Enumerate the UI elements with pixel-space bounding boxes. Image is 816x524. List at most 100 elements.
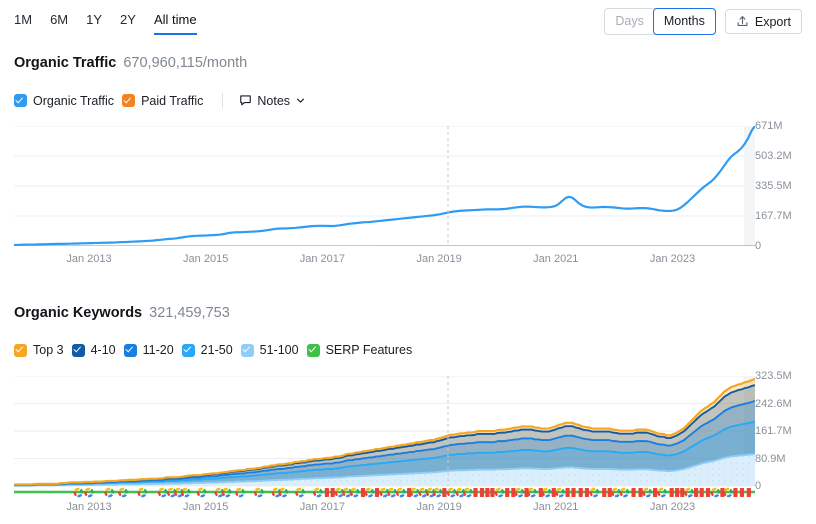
legend-kw-4-10[interactable]: 4-10 xyxy=(72,343,116,357)
x-tick-label: Jan 2021 xyxy=(533,502,578,513)
granularity-months-button[interactable]: Months xyxy=(653,8,716,35)
legend-kw-51-100[interactable]: 51-100 xyxy=(241,343,299,357)
organic-traffic-y-axis: 671M503.2M335.5M167.7M0 xyxy=(755,126,815,246)
granularity-days-button[interactable]: Days xyxy=(605,9,653,34)
algorithm-update-marker[interactable] xyxy=(585,488,589,497)
algorithm-update-marker[interactable] xyxy=(747,488,751,497)
legend-kw-top-3[interactable]: Top 3 xyxy=(14,343,64,357)
notes-label: Notes xyxy=(257,94,290,108)
legend-traffic-paid-traffic[interactable]: Paid Traffic xyxy=(122,94,203,108)
algorithm-update-marker[interactable] xyxy=(675,488,679,497)
organic-traffic-line xyxy=(14,126,755,245)
date-range-tab-1m[interactable]: 1M xyxy=(14,12,32,33)
algorithm-update-marker[interactable] xyxy=(325,488,329,497)
algorithm-update-marker[interactable] xyxy=(706,488,710,497)
legend-label: 4-10 xyxy=(91,343,116,357)
x-tick-label: Jan 2019 xyxy=(416,502,461,513)
x-tick-label: Jan 2021 xyxy=(533,254,578,265)
y-tick-label: 161.7M xyxy=(755,426,792,437)
algorithm-update-marker[interactable] xyxy=(733,488,737,497)
organic-traffic-x-axis: Jan 2013Jan 2015Jan 2017Jan 2019Jan 2021… xyxy=(0,254,816,268)
y-tick-label: 167.7M xyxy=(755,211,792,222)
legend-divider xyxy=(222,93,223,108)
date-range-tab-1y[interactable]: 1Y xyxy=(86,12,102,33)
date-range-tab-all-time[interactable]: All time xyxy=(154,12,197,35)
organic-keywords-y-axis: 323.5M242.6M161.7M80.9M0 xyxy=(755,376,815,486)
date-range-tab-6m[interactable]: 6M xyxy=(50,12,68,33)
legend-label: 21-50 xyxy=(201,343,233,357)
y-tick-label: 503.2M xyxy=(755,151,792,162)
algorithm-update-marker[interactable] xyxy=(638,488,642,497)
organic-traffic-chart[interactable] xyxy=(14,126,802,246)
checkbox-icon[interactable] xyxy=(307,344,320,357)
checkbox-icon[interactable] xyxy=(122,94,135,107)
checkbox-icon[interactable] xyxy=(241,344,254,357)
checkbox-icon[interactable] xyxy=(124,344,137,357)
legend-label: 51-100 xyxy=(260,343,299,357)
algorithm-update-marker[interactable] xyxy=(331,488,335,497)
x-tick-label: Jan 2019 xyxy=(416,254,461,265)
algorithm-update-marker[interactable] xyxy=(442,488,446,497)
toolbar-right-controls: Days Months Export xyxy=(604,8,802,35)
checkbox-icon[interactable] xyxy=(14,94,27,107)
y-tick-label: 335.5M xyxy=(755,181,792,192)
export-label: Export xyxy=(755,15,791,29)
checkbox-icon[interactable] xyxy=(182,344,195,357)
legend-traffic-organic-traffic[interactable]: Organic Traffic xyxy=(14,94,114,108)
legend-kw-serp-features[interactable]: SERP Features xyxy=(307,343,413,357)
notes-dropdown[interactable]: Notes xyxy=(239,94,306,108)
organic-traffic-value: 670,960,115/month xyxy=(123,55,247,71)
date-range-tabs[interactable]: 1M 6M 1Y 2Y All time xyxy=(14,12,197,35)
legend-label: Paid Traffic xyxy=(141,94,203,108)
algorithm-update-marker[interactable] xyxy=(571,488,575,497)
granularity-segmented-control[interactable]: Days Months xyxy=(604,8,715,35)
algorithm-update-marker[interactable] xyxy=(485,488,489,497)
upload-icon xyxy=(736,15,749,28)
date-range-tab-2y[interactable]: 2Y xyxy=(120,12,136,33)
organic-keywords-chart[interactable] xyxy=(14,376,802,486)
organic-traffic-label: Organic Traffic xyxy=(14,55,116,71)
y-tick-label: 0 xyxy=(755,241,761,252)
y-tick-label: 0 xyxy=(755,481,761,492)
export-button[interactable]: Export xyxy=(725,9,802,34)
algorithm-update-marker[interactable] xyxy=(473,488,477,497)
algorithm-update-marker[interactable] xyxy=(490,488,494,497)
organic-keywords-x-axis: Jan 2013Jan 2015Jan 2017Jan 2019Jan 2021… xyxy=(0,502,816,516)
algorithm-update-marker[interactable] xyxy=(505,488,509,497)
organic-traffic-legend: Organic Traffic Paid Traffic Notes xyxy=(14,93,306,108)
legend-kw-21-50[interactable]: 21-50 xyxy=(182,343,233,357)
legend-label: SERP Features xyxy=(326,343,413,357)
y-tick-label: 80.9M xyxy=(755,454,786,465)
algorithm-update-marker[interactable] xyxy=(579,488,583,497)
seo-overview-page: 1M 6M 1Y 2Y All time Days Months Export Orga… xyxy=(0,0,816,524)
checkbox-icon[interactable] xyxy=(72,344,85,357)
algorithm-update-marker[interactable] xyxy=(653,488,657,497)
x-tick-label: Jan 2023 xyxy=(650,254,695,265)
algorithm-update-marker[interactable] xyxy=(552,488,556,497)
comment-icon xyxy=(239,94,252,107)
organic-keywords-plot xyxy=(14,376,755,499)
y-tick-label: 323.5M xyxy=(755,371,792,382)
x-tick-label: Jan 2015 xyxy=(183,254,228,265)
algorithm-update-marker[interactable] xyxy=(694,488,698,497)
algorithm-update-marker[interactable] xyxy=(631,488,635,497)
legend-label: Organic Traffic xyxy=(33,94,114,108)
algorithm-update-marker[interactable] xyxy=(480,488,484,497)
algorithm-update-marker[interactable] xyxy=(361,488,365,497)
x-tick-label: Jan 2017 xyxy=(300,254,345,265)
algorithm-update-marker[interactable] xyxy=(566,488,570,497)
algorithm-update-marker[interactable] xyxy=(700,488,704,497)
algorithm-update-marker[interactable] xyxy=(740,488,744,497)
legend-kw-11-20[interactable]: 11-20 xyxy=(124,343,174,357)
legend-label: Top 3 xyxy=(33,343,64,357)
x-tick-label: Jan 2013 xyxy=(66,502,111,513)
x-tick-label: Jan 2023 xyxy=(650,502,695,513)
algorithm-update-marker[interactable] xyxy=(375,488,379,497)
checkbox-icon[interactable] xyxy=(14,344,27,357)
algorithm-update-marker[interactable] xyxy=(602,488,606,497)
algorithm-update-marker[interactable] xyxy=(670,488,674,497)
organic-traffic-plot xyxy=(14,126,755,246)
algorithm-update-marker[interactable] xyxy=(680,488,684,497)
y-tick-label: 671M xyxy=(755,121,783,132)
organic-traffic-title: Organic Traffic 670,960,115/month xyxy=(14,55,247,71)
